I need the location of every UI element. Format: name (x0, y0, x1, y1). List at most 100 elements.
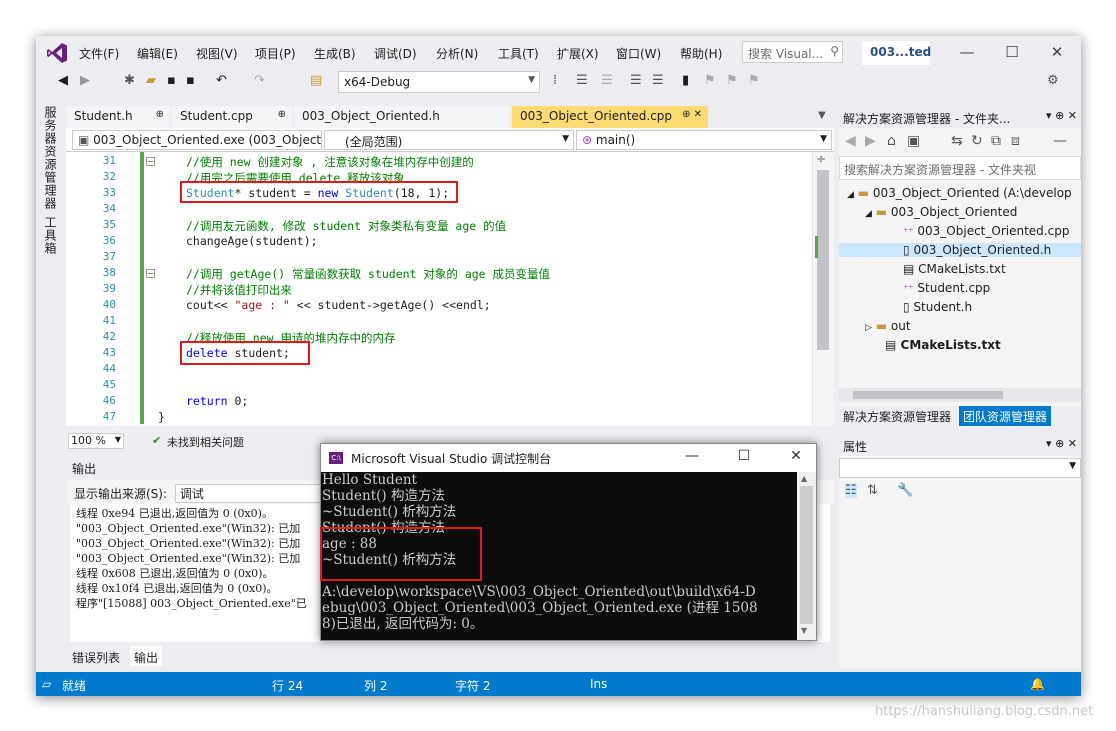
live-share-icon[interactable]: ⚙ (1047, 73, 1059, 88)
scope-dropdown[interactable]: (全局范围) ▼ (324, 130, 574, 150)
show-all-files-icon[interactable]: ⧈ (1011, 133, 1020, 149)
next-bookmark-icon[interactable]: ⚑ (726, 73, 738, 88)
debug-console-window[interactable]: Microsoft Visual Studio 调试控制台 C:\ — ☐ ✕ … (320, 443, 817, 641)
maximize-icon[interactable]: ☐ (992, 40, 1032, 64)
forward-icon[interactable]: ▶ (80, 73, 90, 88)
home-icon[interactable]: ⌂ (887, 133, 896, 149)
menu-file[interactable]: 文件(F) (79, 45, 119, 62)
tab-output[interactable]: 输出 (130, 646, 163, 666)
collapse-icon[interactable]: − (146, 157, 155, 166)
horizontal-scrollbar[interactable] (839, 388, 1081, 402)
project-name-badge[interactable]: 003...ted (862, 41, 931, 65)
scroll-up-icon[interactable]: ▲ (801, 474, 807, 483)
zoom-dropdown[interactable]: 100 % ▼ (68, 433, 124, 449)
align-icon[interactable]: ☰ (576, 73, 588, 88)
properties-object-dropdown[interactable]: ▼ (839, 458, 1081, 478)
expanded-icon[interactable]: ◢ (847, 190, 854, 200)
save-all-icon[interactable]: ▪ (186, 73, 195, 88)
switch-view-icon[interactable]: ▣ (907, 133, 920, 149)
uncomment-icon[interactable]: ☰ (652, 73, 664, 88)
menu-view[interactable]: 视图(V) (196, 45, 238, 62)
panel-controls-icon[interactable]: ▾ ⊕ ✕ (1046, 109, 1077, 122)
step-into-icon[interactable]: ⁞ (553, 73, 557, 88)
tab-solution-explorer[interactable]: 解决方案资源管理器 (839, 406, 955, 426)
pin-icon[interactable]: ⊕ (156, 109, 164, 120)
expanded-icon[interactable]: ◢ (865, 209, 872, 219)
scroll-thumb[interactable] (800, 486, 813, 624)
tab-student-cpp[interactable]: Student.cpp ⊕ (172, 106, 292, 128)
project-dropdown[interactable]: ▣ 003_Object_Oriented.exe (003_Object (72, 130, 322, 150)
back-icon[interactable]: ◀ (845, 133, 856, 149)
redo-icon[interactable]: ↷ (254, 73, 265, 88)
menu-extensions[interactable]: 扩展(X) (557, 45, 599, 62)
collapse-icon[interactable]: − (146, 269, 155, 278)
undo-icon[interactable]: ↶ (216, 73, 227, 88)
menu-analyze[interactable]: 分析(N) (436, 45, 478, 62)
scroll-thumb[interactable] (853, 391, 1003, 399)
solution-search-input[interactable]: 搜索解决方案资源管理器 - 文件夹视 (839, 156, 1081, 180)
console-close-icon[interactable]: ✕ (781, 448, 811, 468)
menu-build[interactable]: 生成(B) (314, 45, 356, 62)
refresh-icon[interactable]: ↻ (971, 133, 983, 149)
close-icon[interactable]: ✕ (1037, 40, 1077, 64)
tree-item-cmakelists-root[interactable]: ▤ CMakeLists.txt (885, 338, 1081, 352)
tab-team-explorer[interactable]: 团队资源管理器 (959, 406, 1052, 426)
menu-tools[interactable]: 工具(T) (498, 45, 539, 62)
server-explorer-tab[interactable]: 服务器资源管理器 (42, 106, 59, 210)
close-tab-icon[interactable]: ⊕ ✕ (682, 109, 702, 120)
console-maximize-icon[interactable]: ☐ (729, 448, 759, 468)
categorized-icon[interactable]: ☷ (845, 483, 857, 498)
menu-project[interactable]: 项目(P) (255, 45, 296, 62)
minus-icon[interactable]: — (1053, 133, 1067, 149)
tree-item-student-cpp[interactable]: ⁺⁺ Student.cpp (903, 281, 1081, 295)
minimize-icon[interactable]: — (947, 40, 987, 64)
split-icon[interactable]: ÷ (816, 152, 826, 166)
bookmark-icon[interactable]: ▮ (682, 73, 689, 88)
panel-controls-icon[interactable]: ▾ ⊕ ✕ (1046, 437, 1077, 450)
tree-item-student-h[interactable]: ▯ Student.h (903, 300, 1081, 314)
tree-item-main-cpp[interactable]: ⁺⁺ 003_Object_Oriented.cpp (903, 224, 1081, 238)
back-icon[interactable]: ◀ (58, 73, 68, 88)
clear-bookmark-icon[interactable]: ⚑ (748, 73, 760, 88)
notification-bell-icon[interactable]: 🔔 (1030, 677, 1045, 691)
prev-bookmark-icon[interactable]: ⚑ (704, 73, 716, 88)
save-icon[interactable]: ▪ (167, 73, 176, 88)
collapsed-icon[interactable]: ▷ (865, 323, 872, 333)
config-dropdown[interactable]: x64-Debug ▼ (338, 71, 540, 93)
tab-object-oriented-cpp[interactable]: 003_Object_Oriented.cpp ⊕ ✕ (512, 106, 708, 128)
tab-overflow-icon[interactable]: ▼ (818, 110, 826, 121)
issues-status[interactable]: 未找到相关问题 (167, 434, 244, 450)
menu-help[interactable]: 帮助(H) (680, 45, 722, 62)
tree-item-out[interactable]: ▷ ▬ out (865, 319, 1081, 333)
tab-student-h[interactable]: Student.h ⊕ (66, 106, 170, 128)
tree-item-cmakelists-inner[interactable]: ▤ CMakeLists.txt (903, 262, 1081, 276)
tree-item-solution[interactable]: ◢ ▬ 003_Object_Oriented (A:\develop (847, 186, 1081, 200)
comment-icon[interactable]: ☰ (630, 73, 642, 88)
open-folder-icon[interactable]: ▰ (146, 73, 156, 88)
toolbox-tab[interactable]: 工具箱 (42, 216, 59, 255)
new-item-icon[interactable]: ✱ (124, 73, 135, 88)
editor-scrollbar[interactable]: ÷ (812, 152, 834, 426)
tab-object-oriented-h[interactable]: 003_Object_Oriented.h (294, 106, 510, 128)
tree-item-main-h[interactable]: ▯ 003_Object_Oriented.h (839, 243, 1081, 257)
solution-config-icon[interactable]: ▤ (310, 73, 322, 88)
tab-error-list[interactable]: 错误列表 (68, 646, 124, 666)
collapse-all-icon[interactable]: ⧉ (991, 133, 1001, 149)
tree-item-project-folder[interactable]: ◢ ▬ 003_Object_Oriented (865, 205, 1081, 219)
scroll-thumb[interactable] (817, 170, 829, 350)
pin-icon[interactable]: ⊕ (278, 109, 286, 120)
scroll-down-icon[interactable]: ▼ (801, 626, 807, 635)
property-pages-icon[interactable]: 🔧 (897, 483, 913, 498)
menu-debug[interactable]: 调试(D) (374, 45, 417, 62)
output-source-dropdown[interactable]: 调试 (174, 484, 325, 503)
search-input[interactable]: 搜索 Visual... ⚲ (742, 41, 843, 63)
console-minimize-icon[interactable]: — (677, 448, 707, 468)
unindent-icon[interactable]: ☰ (601, 73, 613, 88)
code-editor[interactable]: 31 32 33 34 35 36 37 38 39 40 41 42 43 4… (66, 152, 834, 426)
menu-window[interactable]: 窗口(W) (616, 45, 661, 62)
console-scrollbar[interactable]: ▲ ▼ (797, 472, 816, 640)
member-dropdown[interactable]: ⊛ main() ▼ (576, 130, 832, 150)
alphabetical-icon[interactable]: ⇅ (867, 483, 878, 498)
sync-icon[interactable]: ⇆ (951, 133, 963, 149)
menu-edit[interactable]: 编辑(E) (137, 45, 178, 62)
